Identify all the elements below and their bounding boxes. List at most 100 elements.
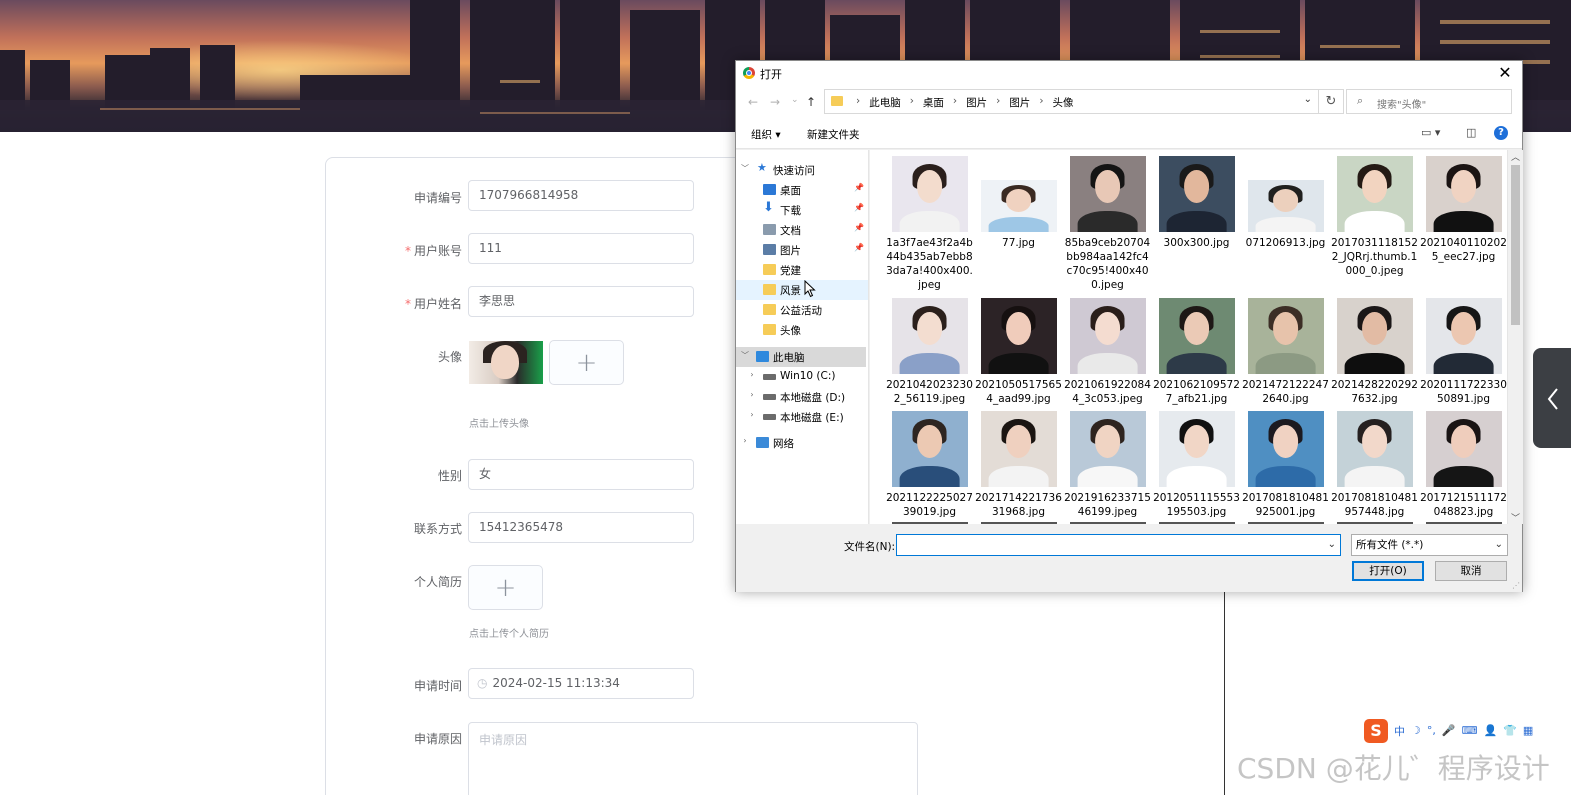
filename-input[interactable]: ⌄ xyxy=(896,534,1341,556)
address-bar[interactable]: › 此电脑 › 桌面 › 图片 › 图片 › 头像 ⌄ xyxy=(824,89,1319,114)
refresh-button[interactable]: ↻ xyxy=(1319,89,1344,114)
file-item[interactable]: 20210401102025_eec27.jpg xyxy=(1420,156,1507,264)
file-item[interactable]: 20210420232302_56119.jpeg xyxy=(886,298,973,406)
chevron-right-icon[interactable]: › xyxy=(746,370,758,379)
avatar-upload-button[interactable]: + xyxy=(549,340,624,385)
nav-drive-c[interactable]: › Win10 (C:) xyxy=(736,367,868,387)
breadcrumb-item[interactable]: 图片 xyxy=(966,95,987,110)
file-item[interactable]: 1a3f7ae43f2a4b44b435ab7ebb83da7a!400x400… xyxy=(886,156,973,292)
dialog-titlebar[interactable]: 打开 ✕ xyxy=(736,61,1522,85)
file-item[interactable]: 20214721222472640.jpg xyxy=(1242,298,1329,406)
file-item[interactable]: 2021916233715 46199.jpeg xyxy=(1064,411,1151,519)
file-item[interactable]: 2017081810481 925001.jpg xyxy=(1242,411,1329,519)
divider-line xyxy=(1224,590,1225,795)
nav-network[interactable]: › 网络 xyxy=(736,433,868,453)
nav-drive-d[interactable]: › 本地磁盘 (D:) xyxy=(736,387,868,407)
nav-item-documents[interactable]: 文档 📌 xyxy=(736,220,868,240)
file-item[interactable]: 20170311181522_JQRrj.thumb.1000_0.jpeg xyxy=(1331,156,1418,278)
thumbnail-body-shape xyxy=(1433,210,1494,232)
file-item[interactable]: 20210505175654_aad99.jpg xyxy=(975,298,1062,406)
image-thumbnail xyxy=(1247,411,1324,487)
file-item[interactable]: 2021714221736 31968.jpg xyxy=(975,411,1062,519)
nav-item-downloads[interactable]: ⬇ 下载 📌 xyxy=(736,200,868,220)
view-options-icon[interactable]: ▭ ▾ xyxy=(1421,126,1440,139)
file-type-select[interactable]: 所有文件 (*.*) ⌄ xyxy=(1351,534,1508,556)
file-item[interactable]: 2021122225027 39019.jpg xyxy=(886,411,973,519)
breadcrumb-item[interactable]: 此电脑 xyxy=(869,95,901,110)
up-folder-button[interactable]: ↑ xyxy=(806,95,816,109)
contact-input[interactable]: 15412365478 xyxy=(468,512,694,543)
file-item[interactable]: 77.jpg xyxy=(975,156,1062,250)
nav-item-touxiang[interactable]: 头像 xyxy=(736,320,868,340)
scrollbar-thumb[interactable] xyxy=(1511,165,1520,325)
breadcrumb-item[interactable]: 桌面 xyxy=(923,95,944,110)
nav-drive-e[interactable]: › 本地磁盘 (E:) xyxy=(736,407,868,427)
sogou-logo-icon[interactable]: S xyxy=(1364,718,1388,743)
breadcrumb-item[interactable]: 头像 xyxy=(1053,95,1074,110)
new-folder-button[interactable]: 新建文件夹 xyxy=(807,127,860,142)
search-input[interactable]: ⌕ 搜索"头像" xyxy=(1346,89,1512,114)
nav-item-gongyi[interactable]: 公益活动 xyxy=(736,300,868,320)
user-name-input[interactable]: 李思思 xyxy=(468,286,694,317)
application-no-input[interactable]: 1707966814958 xyxy=(468,180,694,211)
nav-this-pc[interactable]: ﹀ 此电脑 xyxy=(736,347,866,367)
file-item[interactable]: 20210621095727_afb21.jpg xyxy=(1153,298,1240,406)
moon-icon[interactable]: ☽ xyxy=(1411,724,1421,737)
avatar-upload-tip: 点击上传头像 xyxy=(469,419,529,430)
file-item[interactable]: 20210619220844_3c053.jpeg xyxy=(1064,298,1151,406)
resume-upload-button[interactable]: + xyxy=(468,565,543,610)
breadcrumb-item[interactable]: 图片 xyxy=(1009,95,1030,110)
nav-item-pictures[interactable]: 图片 📌 xyxy=(736,240,868,260)
close-button[interactable]: ✕ xyxy=(1494,62,1516,84)
file-item[interactable]: 20214282202927632.jpg xyxy=(1331,298,1418,406)
user-icon[interactable]: 👤 xyxy=(1483,724,1497,737)
file-name: 20210619220844_3c053.jpeg xyxy=(1064,379,1151,405)
keyboard-icon[interactable]: ⌨ xyxy=(1462,724,1478,737)
scroll-up-icon[interactable]: ︿ xyxy=(1511,150,1520,163)
forward-button[interactable]: → xyxy=(770,95,780,109)
organize-menu[interactable]: 组织 ▾ xyxy=(751,127,781,142)
scroll-down-icon[interactable]: ﹀ xyxy=(1511,511,1520,524)
chevron-right-icon[interactable]: › xyxy=(746,410,758,419)
recent-locations-button[interactable]: ⌄ xyxy=(791,95,799,105)
microphone-icon[interactable]: 🎤 xyxy=(1442,724,1456,737)
gender-input[interactable]: 女 xyxy=(468,459,694,490)
apply-reason-textarea[interactable]: 申请原因 xyxy=(468,722,918,795)
nav-item-dangjian[interactable]: 党建 xyxy=(736,260,868,280)
file-item[interactable]: 85ba9ceb20704bb984aa142fc4c70c95!400x400… xyxy=(1064,156,1151,292)
open-button[interactable]: 打开(O) xyxy=(1352,561,1424,581)
punctuation-icon[interactable]: °, xyxy=(1427,724,1436,737)
file-item[interactable]: 2012051115553 195503.jpg xyxy=(1153,411,1240,519)
ime-toolbar[interactable]: S 中 ☽ °, 🎤 ⌨ 👤 👕 ▦ xyxy=(1362,718,1552,743)
cancel-button[interactable]: 取消 xyxy=(1435,561,1507,581)
nav-quick-access[interactable]: ﹀ ★ 快速访问 xyxy=(736,160,868,180)
chevron-down-icon[interactable]: ﹀ xyxy=(739,350,751,361)
apply-time-input[interactable]: ◷ 2024-02-15 11:13:34 xyxy=(468,668,694,699)
chevron-down-icon[interactable]: ⌄ xyxy=(1304,94,1312,105)
file-item[interactable]: 2020111722330 50891.jpg xyxy=(1420,298,1507,406)
chevron-down-icon[interactable]: ⌄ xyxy=(1328,539,1336,550)
nav-item-fengjing[interactable]: 风景 xyxy=(736,280,868,300)
chevron-right-icon[interactable]: › xyxy=(739,436,751,445)
thumbnail-face-shape xyxy=(916,424,943,459)
avatar-preview-image[interactable] xyxy=(469,341,543,384)
resize-grip-icon[interactable]: ⋰ xyxy=(1512,581,1520,590)
back-button[interactable]: ← xyxy=(748,95,758,109)
file-item[interactable]: 071206913.jpg xyxy=(1242,156,1329,250)
chevron-down-icon[interactable]: ⌄ xyxy=(1495,535,1503,555)
file-item[interactable]: 2017121511172 048823.jpg xyxy=(1420,411,1507,519)
chevron-down-icon[interactable]: ﹀ xyxy=(739,163,751,174)
grid-icon[interactable]: ▦ xyxy=(1523,724,1533,737)
vertical-scrollbar[interactable]: ︿ ﹀ xyxy=(1507,150,1523,524)
help-icon[interactable]: ? xyxy=(1494,126,1508,140)
nav-item-desktop[interactable]: 桌面 📌 xyxy=(736,180,868,200)
file-item[interactable]: 2017081810481 957448.jpg xyxy=(1331,411,1418,519)
chevron-right-icon[interactable]: › xyxy=(746,390,758,399)
side-drawer-toggle[interactable] xyxy=(1533,348,1571,448)
user-account-input[interactable]: 111 xyxy=(468,233,694,264)
file-item[interactable]: 300x300.jpg xyxy=(1153,156,1240,250)
required-mark: * xyxy=(404,297,411,311)
skin-icon[interactable]: 👕 xyxy=(1503,724,1517,737)
ime-chinese-mode[interactable]: 中 xyxy=(1394,723,1405,739)
preview-pane-icon[interactable]: ◫ xyxy=(1466,126,1476,139)
